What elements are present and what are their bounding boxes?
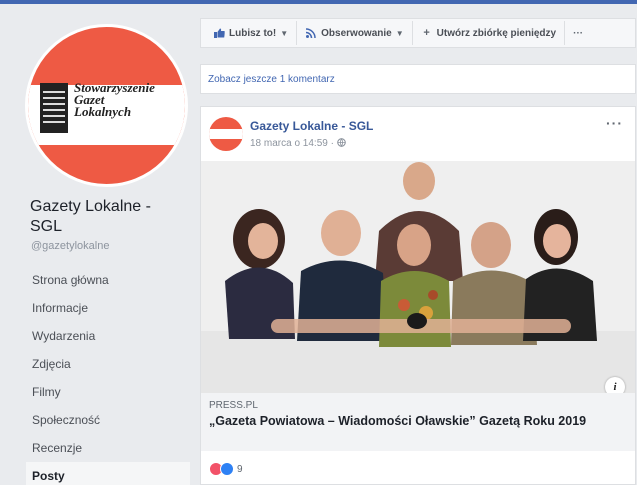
link-title[interactable]: „Gazeta Powiatowa – Wiadomości Oławskie”… <box>209 414 609 429</box>
page-title[interactable]: Gazety Lokalne - SGL <box>30 197 180 237</box>
page-handle[interactable]: @gazetylokalne <box>31 240 109 252</box>
page-action-bar: Lubisz to! ▼ Obserwowanie ▼ + Utwórz zbi… <box>200 18 636 48</box>
link-preview[interactable]: PRESS.PL „Gazeta Powiatowa – Wiadomości … <box>201 393 635 451</box>
reaction-count: 9 <box>237 463 243 475</box>
logo-icon <box>40 83 68 133</box>
sidebar-nav: Strona główna Informacje Wydarzenia Zdję… <box>26 266 190 485</box>
sidebar-item-posts[interactable]: Posty <box>26 462 190 485</box>
logo-text: Stowarzyszenie Gazet Lokalnych <box>74 80 155 119</box>
post-photo[interactable] <box>201 161 635 393</box>
post-card: Gazety Lokalne - SGL 18 marca o 14:59 · … <box>200 106 636 485</box>
post-author-name[interactable]: Gazety Lokalne - SGL <box>250 119 373 133</box>
like-page-button[interactable]: Lubisz to! ▼ <box>205 21 298 45</box>
sidebar-item-home[interactable]: Strona główna <box>26 266 190 294</box>
sidebar-item-reviews[interactable]: Recenzje <box>26 434 190 462</box>
post-author-avatar[interactable] <box>209 117 243 151</box>
sidebar-item-photos[interactable]: Zdjęcia <box>26 350 190 378</box>
sidebar-item-videos[interactable]: Filmy <box>26 378 190 406</box>
thumbs-up-icon <box>213 28 225 38</box>
more-options-button[interactable]: ··· <box>565 21 591 45</box>
reactions-summary[interactable]: 9 <box>209 462 243 476</box>
sidebar-item-events[interactable]: Wydarzenia <box>26 322 190 350</box>
create-fundraiser-button[interactable]: + Utwórz zbiórkę pieniędzy <box>413 21 566 45</box>
post-options-button[interactable]: ··· <box>606 115 623 131</box>
view-more-comments-link[interactable]: Zobacz jeszcze 1 komentarz <box>200 64 636 94</box>
chevron-down-icon: ▼ <box>395 28 404 38</box>
sidebar-item-community[interactable]: Społeczność <box>26 406 190 434</box>
like-reaction-icon <box>220 462 234 476</box>
post-timestamp[interactable]: 18 marca o 14:59 · <box>250 138 346 149</box>
rss-icon <box>305 28 317 39</box>
link-source: PRESS.PL <box>209 400 258 411</box>
chevron-down-icon: ▼ <box>280 28 289 38</box>
page-sidebar: Stowarzyszenie Gazet Lokalnych Gazety Lo… <box>0 4 196 485</box>
plus-icon: + <box>423 27 430 39</box>
globe-icon <box>336 138 346 149</box>
page-profile-picture[interactable]: Stowarzyszenie Gazet Lokalnych <box>25 24 188 187</box>
sidebar-item-about[interactable]: Informacje <box>26 294 190 322</box>
follow-button[interactable]: Obserwowanie ▼ <box>297 21 413 45</box>
